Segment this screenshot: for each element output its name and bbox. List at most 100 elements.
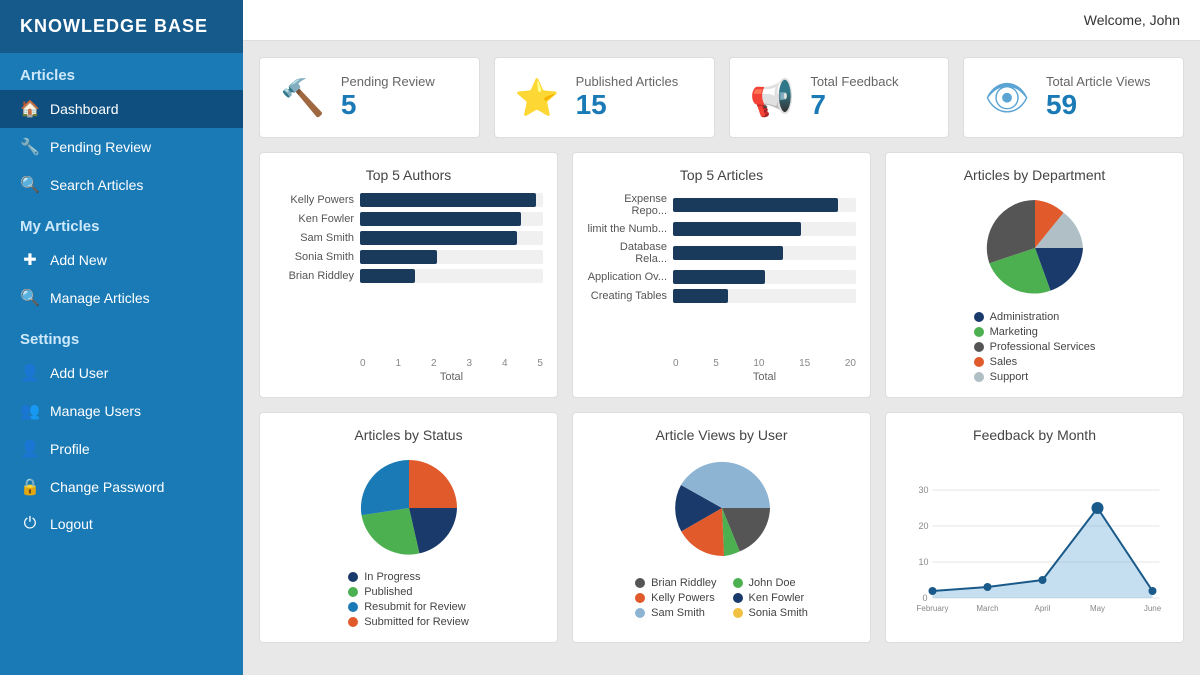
- chart-row-2: Articles by Status In Progress: [259, 412, 1184, 643]
- bar-row-kelly: Kelly Powers: [274, 193, 543, 207]
- legend-brian: Brian Riddley: [635, 577, 716, 589]
- svg-text:20: 20: [919, 521, 929, 531]
- feedback-stat-info: Total Feedback 7: [810, 74, 898, 121]
- bar-fill-brian: [360, 269, 415, 283]
- bar-wrap-database: [673, 246, 856, 260]
- bar-fill-ken: [360, 212, 521, 226]
- feedback-value: 7: [810, 89, 898, 121]
- sidebar-item-manage-articles[interactable]: 🔍 Manage Articles: [0, 279, 243, 317]
- svg-text:May: May: [1090, 604, 1105, 613]
- sidebar-item-manage-users[interactable]: 👥 Manage Users: [0, 392, 243, 430]
- articles-by-status-title: Articles by Status: [274, 427, 543, 443]
- dept-pie-svg: [980, 193, 1090, 303]
- bar-label-ken: Ken Fowler: [274, 213, 354, 225]
- pending-review-value: 5: [341, 89, 435, 121]
- sidebar-label-manage-articles: Manage Articles: [50, 290, 150, 306]
- top5-articles-chart: Top 5 Articles Expense Repo... limit the…: [572, 152, 871, 398]
- sidebar-item-logout[interactable]: ⏻ Logout: [0, 506, 243, 542]
- svg-text:June: June: [1144, 604, 1162, 613]
- bar-row-sam: Sam Smith: [274, 231, 543, 245]
- views-pie-svg: [667, 453, 777, 563]
- stat-card-feedback: 📢 Total Feedback 7: [729, 57, 950, 138]
- svg-text:0: 0: [923, 593, 928, 603]
- app-logo: KNOWLEDGE BASE: [0, 0, 243, 53]
- sidebar: KNOWLEDGE BASE Articles 🏠 Dashboard 🔧 Pe…: [0, 0, 243, 675]
- views-legend-right: John Doe Ken Fowler Sonia Smith: [733, 577, 808, 619]
- logout-icon: ⏻: [20, 515, 40, 533]
- views-stat-info: Total Article Views 59: [1046, 74, 1151, 121]
- bar-row-brian: Brian Riddley: [274, 269, 543, 283]
- sidebar-label-add-user: Add User: [50, 365, 108, 381]
- sidebar-item-search-articles[interactable]: 🔍 Search Articles: [0, 166, 243, 204]
- bar-label-tables: Creating Tables: [587, 290, 667, 302]
- bar-row-limit: limit the Numb...: [587, 222, 856, 236]
- bar-fill-expense: [673, 198, 838, 212]
- dept-legend: Administration Marketing Professional Se…: [974, 311, 1096, 383]
- svg-text:April: April: [1034, 604, 1050, 613]
- article-views-by-user-chart: Article Views by User: [572, 412, 871, 643]
- legend-sonia2: Sonia Smith: [733, 607, 808, 619]
- top5-articles-axis-label: Total: [587, 371, 856, 383]
- articles-by-dept-title: Articles by Department: [900, 167, 1169, 183]
- views-stat-icon: 👁: [984, 77, 1030, 119]
- sidebar-item-dashboard[interactable]: 🏠 Dashboard: [0, 90, 243, 128]
- bar-row-ken: Ken Fowler: [274, 212, 543, 226]
- status-pie-svg: [354, 453, 464, 563]
- bar-label-kelly: Kelly Powers: [274, 194, 354, 206]
- feedback-label: Total Feedback: [810, 74, 898, 89]
- top5-authors-chart: Top 5 Authors Kelly Powers Ken Fowler Sa…: [259, 152, 558, 398]
- manage-users-icon: 👥: [20, 401, 40, 421]
- pending-review-stat-icon: 🔨: [280, 77, 325, 119]
- bar-row-expense: Expense Repo...: [587, 193, 856, 217]
- sidebar-item-add-new[interactable]: ✚ Add New: [0, 241, 243, 279]
- legend-marketing: Marketing: [974, 326, 1096, 338]
- views-value: 59: [1046, 89, 1151, 121]
- topbar: Welcome, John: [243, 0, 1200, 41]
- sidebar-item-change-password[interactable]: 🔒 Change Password: [0, 468, 243, 506]
- svg-text:March: March: [976, 604, 998, 613]
- bar-fill-sonia: [360, 250, 437, 264]
- pending-review-stat-info: Pending Review 5: [341, 74, 435, 121]
- feedback-by-month-title: Feedback by Month: [900, 427, 1169, 443]
- feedback-line-svg: 0 10 20 30 February March April May: [900, 453, 1169, 613]
- sidebar-label-logout: Logout: [50, 516, 93, 532]
- svg-text:February: February: [916, 604, 948, 613]
- sidebar-label-add-new: Add New: [50, 252, 107, 268]
- legend-in-progress: In Progress: [348, 571, 469, 583]
- sidebar-label-profile: Profile: [50, 441, 90, 457]
- top5-articles-axis: 05101520: [587, 358, 856, 369]
- top5-articles-title: Top 5 Articles: [587, 167, 856, 183]
- bar-wrap-app: [673, 270, 856, 284]
- bar-fill-tables: [673, 289, 728, 303]
- bar-label-limit: limit the Numb...: [587, 223, 667, 235]
- bar-label-sam: Sam Smith: [274, 232, 354, 244]
- stat-card-views: 👁 Total Article Views 59: [963, 57, 1184, 138]
- sidebar-label-manage-users: Manage Users: [50, 403, 141, 419]
- bar-fill-sam: [360, 231, 517, 245]
- bar-wrap-kelly: [360, 193, 543, 207]
- bar-row-sonia: Sonia Smith: [274, 250, 543, 264]
- sidebar-label-dashboard: Dashboard: [50, 101, 119, 117]
- bar-label-expense: Expense Repo...: [587, 193, 667, 217]
- bar-label-database: Database Rela...: [587, 241, 667, 265]
- search-articles-icon: 🔍: [20, 175, 40, 195]
- sidebar-item-add-user[interactable]: 👤 Add User: [0, 354, 243, 392]
- sidebar-item-profile[interactable]: 👤 Profile: [0, 430, 243, 468]
- bar-wrap-limit: [673, 222, 856, 236]
- bar-wrap-expense: [673, 198, 856, 212]
- articles-section-label: Articles: [0, 53, 243, 90]
- main-content: Welcome, John 🔨 Pending Review 5 ⭐ Publi…: [243, 0, 1200, 675]
- articles-by-dept-chart: Articles by Department: [885, 152, 1184, 398]
- add-user-icon: 👤: [20, 363, 40, 383]
- welcome-message: Welcome, John: [1084, 12, 1180, 28]
- status-legend: In Progress Published Resubmit for Revie…: [348, 571, 469, 628]
- dashboard-icon: 🏠: [20, 99, 40, 119]
- legend-sales: Sales: [974, 356, 1096, 368]
- articles-by-dept-pie: Administration Marketing Professional Se…: [900, 193, 1169, 383]
- top5-authors-bars: Kelly Powers Ken Fowler Sam Smith Sonia …: [274, 193, 543, 354]
- svg-text:30: 30: [919, 485, 929, 495]
- top5-authors-title: Top 5 Authors: [274, 167, 543, 183]
- sidebar-item-pending-review[interactable]: 🔧 Pending Review: [0, 128, 243, 166]
- legend-published: Published: [348, 586, 469, 598]
- top5-authors-axis: 012345: [274, 358, 543, 369]
